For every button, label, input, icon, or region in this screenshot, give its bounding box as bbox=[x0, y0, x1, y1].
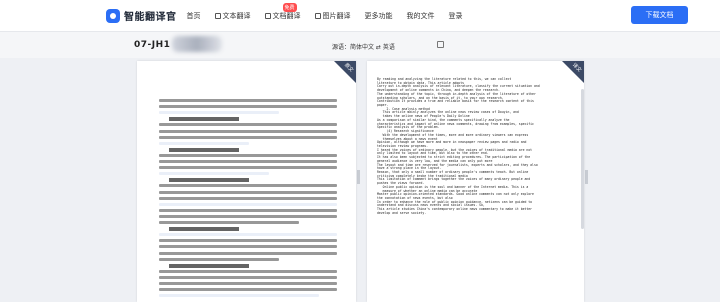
source-text-line bbox=[159, 245, 337, 249]
source-document-pane[interactable]: 原文 bbox=[137, 61, 356, 302]
source-text-line bbox=[159, 288, 337, 292]
top-navigation-bar: 智能翻译官 首页 文本翻译 文档翻译 免费 图片翻译 更多功能 我的文件 登录 下… bbox=[0, 0, 720, 32]
nav-text-translate[interactable]: 文本翻译 bbox=[214, 11, 251, 21]
nav-more-features[interactable]: 更多功能 bbox=[365, 11, 393, 21]
language-pair[interactable]: 源语：简体中文 ⇄ 英语 bbox=[332, 42, 395, 51]
nav-image-translate[interactable]: 图片翻译 bbox=[314, 11, 351, 21]
source-text-line bbox=[159, 196, 337, 200]
source-text-line bbox=[159, 190, 337, 194]
left-collapse-handle[interactable] bbox=[357, 170, 360, 184]
expand-icon[interactable] bbox=[437, 41, 444, 48]
source-text-line bbox=[159, 111, 279, 115]
source-text-line bbox=[159, 214, 337, 218]
source-heading-line bbox=[169, 263, 249, 268]
translation-text-body: By reading and analyzing the literature … bbox=[377, 77, 577, 216]
app-logo[interactable]: 智能翻译官 bbox=[106, 8, 177, 23]
source-heading-line bbox=[169, 227, 239, 232]
source-text-line bbox=[159, 166, 337, 170]
download-document-button[interactable]: 下载文档 bbox=[631, 6, 688, 24]
nav-my-files[interactable]: 我的文件 bbox=[407, 11, 435, 21]
source-text-line bbox=[159, 269, 337, 273]
image-icon bbox=[314, 12, 321, 19]
nav-doc-translate[interactable]: 文档翻译 免费 bbox=[264, 2, 301, 21]
source-text-line bbox=[159, 184, 337, 188]
source-text-line bbox=[159, 202, 337, 206]
source-text-line bbox=[159, 141, 249, 145]
right-collapse-handle[interactable] bbox=[585, 170, 588, 184]
redacted-filename bbox=[172, 36, 222, 52]
source-text-line bbox=[159, 123, 337, 127]
source-text-line bbox=[159, 239, 337, 243]
nav-image-translate-label: 图片翻译 bbox=[322, 11, 351, 20]
source-text-line bbox=[159, 275, 337, 279]
source-text-line bbox=[159, 160, 337, 163]
translated-document-pane[interactable]: 译文 By reading and analyzing the literatu… bbox=[367, 61, 584, 302]
nav-text-translate-label: 文本翻译 bbox=[222, 11, 251, 20]
source-heading-line bbox=[169, 147, 239, 152]
source-text-line bbox=[159, 153, 337, 157]
source-text-line bbox=[159, 282, 337, 285]
source-text-line bbox=[159, 99, 337, 102]
source-text-line bbox=[159, 233, 337, 237]
source-text-line bbox=[159, 257, 279, 261]
source-text-line bbox=[159, 221, 299, 224]
source-text-line bbox=[159, 294, 319, 298]
source-text-line bbox=[159, 135, 337, 139]
source-text-line bbox=[159, 105, 337, 109]
free-badge: 免费 bbox=[282, 2, 297, 12]
source-text-line bbox=[159, 251, 337, 255]
source-heading-line bbox=[169, 178, 249, 183]
document-name: 07-JH1 bbox=[134, 40, 171, 50]
text-icon bbox=[214, 12, 221, 19]
nav-login[interactable]: 登录 bbox=[449, 11, 463, 21]
source-text-line bbox=[159, 208, 337, 212]
source-heading-line bbox=[169, 117, 239, 122]
source-text-line bbox=[159, 129, 337, 133]
nav-home[interactable]: 首页 bbox=[187, 11, 201, 21]
nav-doc-translate-label: 文档翻译 bbox=[272, 11, 301, 20]
source-text-line bbox=[159, 172, 269, 176]
main-nav: 首页 文本翻译 文档翻译 免费 图片翻译 更多功能 我的文件 登录 bbox=[187, 2, 477, 21]
app-name: 智能翻译官 bbox=[124, 12, 177, 23]
translation-line: develop and serve society. bbox=[377, 210, 427, 215]
app-logo-icon bbox=[106, 8, 120, 23]
translation-scrollbar[interactable] bbox=[581, 89, 584, 229]
document-icon bbox=[264, 12, 271, 19]
